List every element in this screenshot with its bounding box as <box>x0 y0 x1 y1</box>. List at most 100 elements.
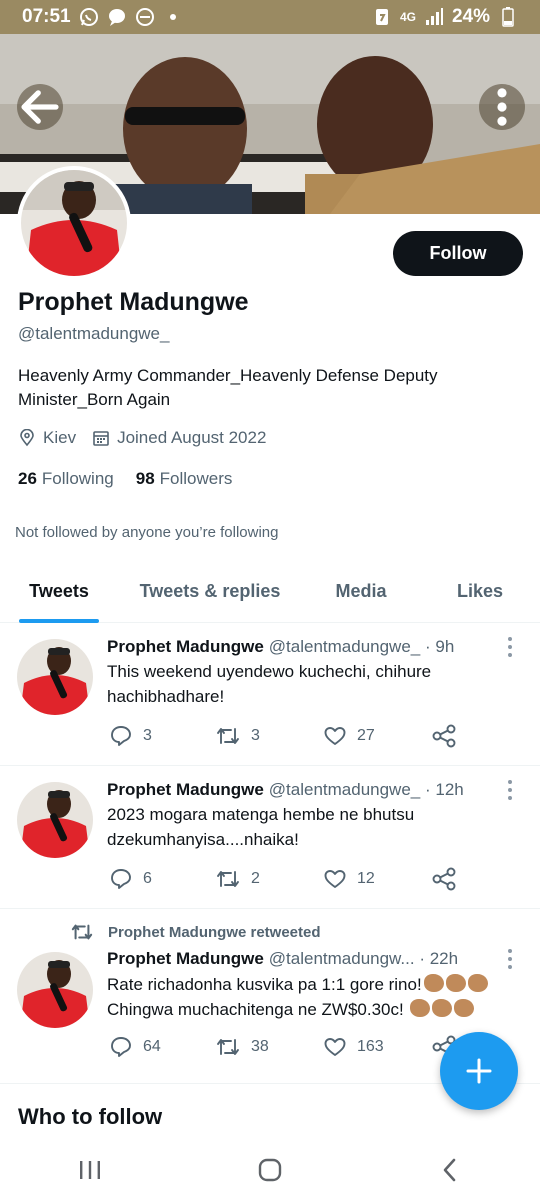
like-count: 12 <box>357 870 375 887</box>
tab-media[interactable]: Media <box>302 560 420 623</box>
reply-icon <box>111 726 131 746</box>
retweet-count: 2 <box>251 870 260 887</box>
reply-count: 3 <box>143 727 152 744</box>
calendar-icon <box>93 431 109 446</box>
location-pin-icon <box>20 429 34 447</box>
status-right: 4G 24% <box>372 6 518 28</box>
tab-label: Tweets & replies <box>139 581 281 601</box>
battery-saver-icon <box>372 7 392 27</box>
chevron-left-icon <box>443 1158 456 1182</box>
tweet-text-line: Chingwa muchachitenga ne ZW$0.30c! <box>107 997 527 1022</box>
tweet-avatar[interactable] <box>17 782 93 858</box>
tweet-more-button[interactable] <box>502 949 518 969</box>
profile-avatar[interactable] <box>17 166 131 280</box>
tweet-more-button[interactable] <box>502 637 518 657</box>
tweet-time: · 12h <box>424 780 464 799</box>
tweet-avatar[interactable] <box>17 639 93 715</box>
home-button[interactable] <box>240 1145 300 1195</box>
dot-icon <box>163 7 183 27</box>
tweet-avatar[interactable] <box>17 952 93 1028</box>
share-button[interactable] <box>431 724 457 748</box>
back-button[interactable] <box>17 84 63 130</box>
plus-icon <box>466 1058 492 1084</box>
reply-icon <box>111 869 131 889</box>
tab-label: Likes <box>456 581 504 601</box>
avatar-image <box>17 952 93 1028</box>
recent-apps-button[interactable] <box>60 1145 120 1195</box>
follow-counts: 26 Following 98 Followers <box>18 469 254 489</box>
tab-tweets[interactable]: Tweets <box>0 560 118 623</box>
retweet-button[interactable]: 38 <box>215 1035 269 1059</box>
avatar-image <box>17 639 93 715</box>
following-label: Following <box>41 469 114 488</box>
tweet-more-button[interactable] <box>502 780 518 800</box>
share-button[interactable] <box>431 867 457 891</box>
like-button[interactable]: 163 <box>323 1035 384 1059</box>
share-icon <box>432 867 456 891</box>
retweet-icon <box>71 924 93 940</box>
clapping-hands-emoji <box>454 999 475 1017</box>
do-not-disturb-icon <box>135 7 155 27</box>
like-count: 163 <box>357 1038 384 1055</box>
tweet-author-name: Prophet Madungwe <box>107 637 264 656</box>
followers-count: 98 <box>135 469 155 488</box>
tab-tweets-replies[interactable]: Tweets & replies <box>118 560 302 623</box>
reply-button[interactable]: 6 <box>109 867 152 891</box>
reply-icon <box>111 1037 131 1057</box>
reply-count: 6 <box>143 870 152 887</box>
profile-bio: Heavenly Army Commander_Heavenly Defense… <box>18 366 438 409</box>
clapping-hands-emoji <box>423 974 444 992</box>
followers-link[interactable]: 98 Followers <box>136 469 233 489</box>
status-time: 07:51 <box>22 6 71 27</box>
like-button[interactable]: 12 <box>323 867 375 891</box>
retweet-icon <box>217 728 239 744</box>
joined-text: Joined August 2022 <box>117 428 267 447</box>
retweet-count: 38 <box>251 1038 269 1055</box>
home-icon <box>258 1158 282 1182</box>
compose-tweet-button[interactable] <box>440 1032 518 1110</box>
location-item: Kiev <box>18 428 76 448</box>
reply-count: 64 <box>143 1038 161 1055</box>
tweet-text: Rate richadonha kusvika pa 1:1 gore rino… <box>107 972 527 1022</box>
like-button[interactable]: 27 <box>323 724 375 748</box>
tweet-text-line: Rate richadonha kusvika pa 1:1 gore rino… <box>107 972 527 997</box>
tweet-actions: 3 3 27 <box>107 724 527 752</box>
follow-button[interactable]: Follow <box>393 231 523 276</box>
tweet-author-name: Prophet Madungwe <box>107 949 264 968</box>
profile-handle: @talentmadungwe_ <box>18 324 170 343</box>
tweet-header: Prophet Madungwe @talentmadungwe_ · 12h <box>107 780 500 800</box>
clapping-hands-emoji <box>467 974 488 992</box>
chat-bubble-icon <box>107 7 127 27</box>
followers-label: Followers <box>159 469 233 488</box>
network-type: 4G <box>399 10 416 24</box>
tab-label: Media <box>335 581 387 601</box>
system-nav-bar <box>0 1140 540 1200</box>
joined-item: Joined August 2022 <box>92 428 266 448</box>
tweet-text: 2023 mogara matenga hembe ne bhutsu dzek… <box>107 805 415 849</box>
retweet-context-text: Prophet Madungwe retweeted <box>108 923 321 941</box>
like-count: 27 <box>357 727 375 744</box>
reply-button[interactable]: 64 <box>109 1035 161 1059</box>
more-vertical-icon <box>497 88 507 126</box>
retweet-context: Prophet Madungwe retweeted <box>70 921 321 943</box>
tab-likes[interactable]: Likes <box>420 560 540 623</box>
more-options-button[interactable] <box>479 84 525 130</box>
retweet-button[interactable]: 3 <box>215 724 260 748</box>
heart-icon <box>324 870 346 888</box>
tweet-time: · 22h <box>419 949 459 968</box>
reply-button[interactable]: 3 <box>109 724 152 748</box>
tweet-item[interactable]: Prophet Madungwe @talentmadungwe_ · 12h 2… <box>0 766 540 909</box>
tweet-author-name: Prophet Madungwe <box>107 780 264 799</box>
profile-meta: Kiev Joined August 2022 <box>18 428 282 448</box>
heart-icon <box>324 727 346 745</box>
back-nav-button[interactable] <box>420 1145 480 1195</box>
who-to-follow-heading: Who to follow <box>18 1104 163 1129</box>
share-icon <box>432 724 456 748</box>
battery-icon <box>498 7 518 27</box>
following-link[interactable]: 26 Following <box>18 469 114 489</box>
tweet-item[interactable]: Prophet Madungwe @talentmadungwe_ · 9h Th… <box>0 623 540 766</box>
heart-icon <box>324 1038 346 1056</box>
clapping-hands-emoji <box>445 974 466 992</box>
retweet-button[interactable]: 2 <box>215 867 260 891</box>
tweet-header: Prophet Madungwe @talentmadungw... · 22h <box>107 949 500 969</box>
